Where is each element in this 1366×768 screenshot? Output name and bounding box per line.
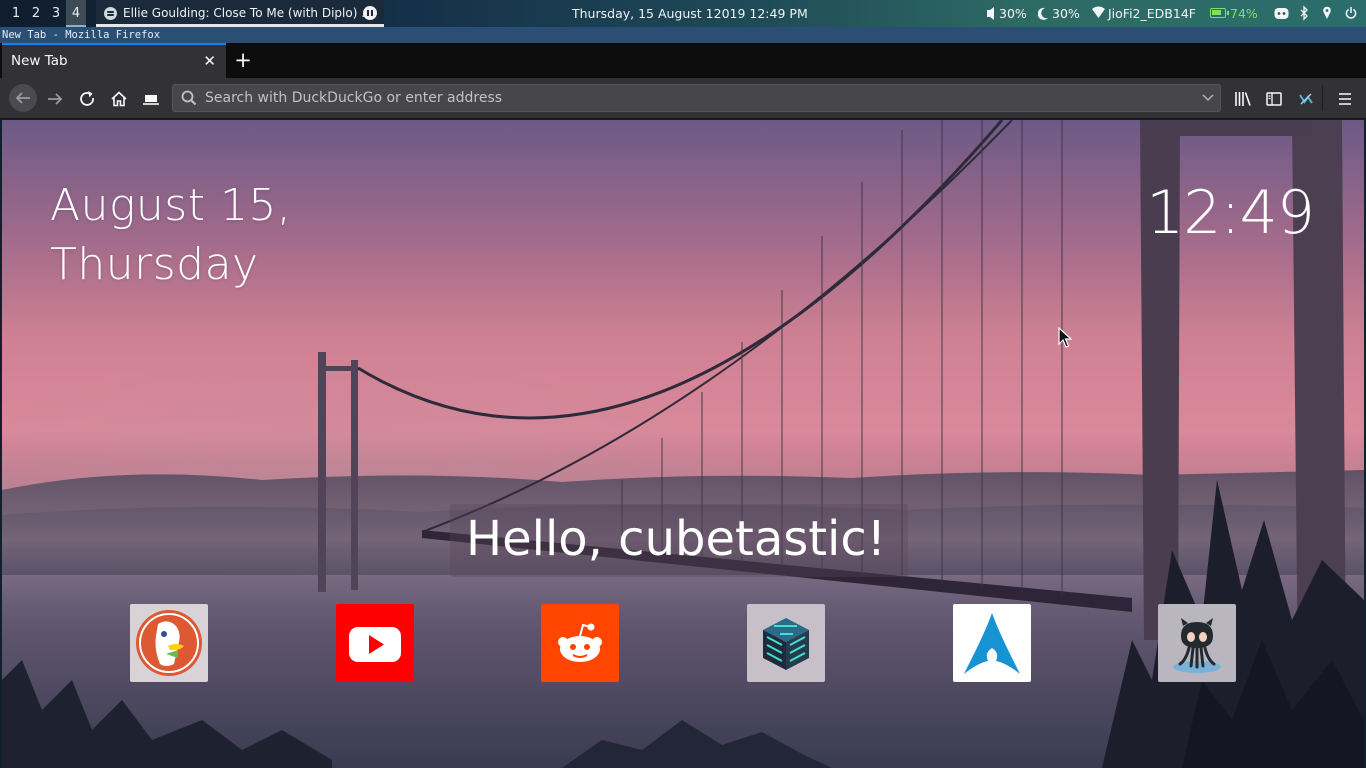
sidebar-icon bbox=[1266, 92, 1282, 106]
address-bar[interactable]: Search with DuckDuckGo or enter address bbox=[172, 84, 1221, 112]
window-title: New Tab - Mozilla Firefox bbox=[0, 27, 1366, 43]
forward-icon bbox=[48, 93, 63, 105]
duckduckgo-icon bbox=[136, 610, 202, 676]
shortcut-youtube[interactable] bbox=[336, 604, 414, 682]
system-clock[interactable]: Thursday, 15 August 12019 12:49 PM bbox=[572, 0, 808, 27]
forward-button[interactable] bbox=[42, 86, 68, 112]
date-display: August 15, Thursday bbox=[50, 176, 291, 294]
address-placeholder: Search with DuckDuckGo or enter address bbox=[205, 90, 503, 106]
new-tab-page: August 15, Thursday 12:49 Hello, cubetas… bbox=[2, 120, 1364, 768]
back-button[interactable] bbox=[9, 84, 37, 112]
workspace-3[interactable]: 3 bbox=[46, 0, 66, 27]
battery-icon bbox=[1210, 8, 1229, 18]
home-icon bbox=[111, 91, 127, 107]
search-icon bbox=[181, 90, 197, 106]
volume-level[interactable]: 30% bbox=[999, 0, 1027, 27]
reddit-icon bbox=[558, 623, 602, 662]
battery-level[interactable]: 74% bbox=[1230, 0, 1258, 27]
time-display: 12:49 bbox=[1146, 178, 1315, 248]
extension-icon bbox=[1299, 93, 1313, 105]
greeting-text: Hello, cubetastic! bbox=[466, 511, 887, 567]
home-button[interactable] bbox=[106, 86, 132, 112]
screenshot-button[interactable] bbox=[138, 86, 164, 112]
system-top-bar: 1 2 3 4 Ellie Goulding: Close To Me (wit… bbox=[0, 0, 1366, 27]
workspace-2[interactable]: 2 bbox=[26, 0, 46, 27]
date-line-2: Thursday bbox=[50, 239, 259, 290]
shortcut-cube[interactable] bbox=[747, 604, 825, 682]
brightness-level[interactable]: 30% bbox=[1052, 0, 1080, 27]
shortcut-archlinux[interactable] bbox=[953, 604, 1031, 682]
github-icon bbox=[1173, 618, 1221, 673]
date-line-1: August 15, bbox=[50, 180, 292, 231]
back-icon bbox=[15, 92, 30, 104]
library-button[interactable] bbox=[1230, 86, 1256, 112]
shortcut-github[interactable] bbox=[1158, 604, 1236, 682]
menu-button[interactable] bbox=[1332, 86, 1358, 112]
close-tab-icon[interactable]: ✕ bbox=[203, 45, 216, 78]
extension-button[interactable] bbox=[1293, 86, 1319, 112]
menu-icon bbox=[1339, 93, 1351, 105]
archlinux-icon bbox=[964, 613, 1020, 674]
navigation-toolbar: Search with DuckDuckGo or enter address bbox=[0, 78, 1366, 119]
youtube-icon bbox=[349, 627, 401, 662]
wifi-ssid[interactable]: JioFi2_EDB14F bbox=[1108, 0, 1196, 27]
tab-label: New Tab bbox=[11, 53, 68, 69]
tab-strip: New Tab ✕ + bbox=[0, 43, 1366, 78]
library-icon bbox=[1235, 92, 1251, 106]
screenshot-icon bbox=[143, 95, 159, 105]
spotify-icon bbox=[104, 7, 117, 20]
new-tab-button[interactable]: + bbox=[232, 43, 254, 78]
workspace-4[interactable]: 4 bbox=[66, 0, 86, 27]
mouse-cursor-icon bbox=[1058, 327, 1072, 348]
cube-icon bbox=[763, 618, 809, 670]
toolbar-divider bbox=[1322, 85, 1323, 111]
shortcut-duckduckgo[interactable] bbox=[130, 604, 208, 682]
workspace-1[interactable]: 1 bbox=[6, 0, 26, 27]
tab-new-tab[interactable]: New Tab ✕ bbox=[2, 43, 226, 78]
reload-button[interactable] bbox=[74, 86, 100, 112]
reload-icon bbox=[80, 91, 94, 106]
shortcut-reddit[interactable] bbox=[541, 604, 619, 682]
media-title: Ellie Goulding: Close To Me (with Diplo)… bbox=[123, 6, 373, 20]
sidebar-button[interactable] bbox=[1261, 86, 1287, 112]
chevron-down-icon[interactable] bbox=[1202, 85, 1214, 121]
media-player[interactable]: Ellie Goulding: Close To Me (with Diplo)… bbox=[96, 0, 384, 27]
pause-icon[interactable] bbox=[363, 6, 377, 20]
